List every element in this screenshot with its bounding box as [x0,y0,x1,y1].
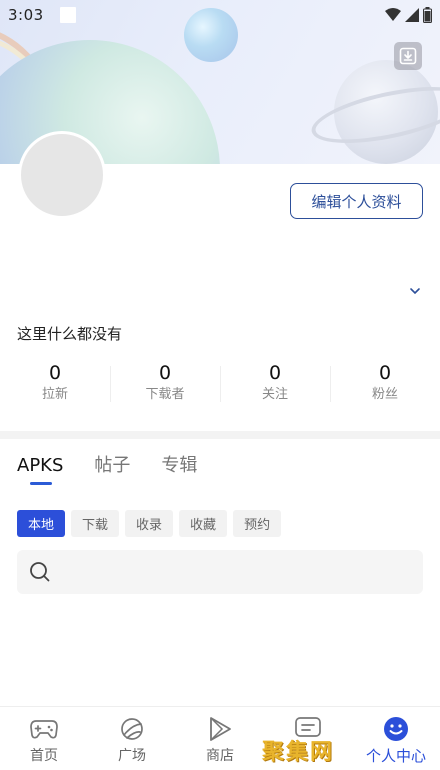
stat-value: 0 [268,362,282,384]
stat-value: 0 [378,362,392,384]
filter-chips: 本地 下载 收录 收藏 预约 [17,510,282,537]
filter-favorites[interactable]: 收藏 [179,510,228,537]
status-time: 3:03 [8,6,44,24]
nav-label: 首页 [30,748,58,764]
stat-label: 粉丝 [371,387,398,402]
filter-downloads[interactable]: 下载 [71,510,120,537]
nav-store[interactable]: 商店 [176,707,264,770]
stat-invites[interactable]: 0 拉新 [0,360,110,410]
stat-value: 0 [158,362,172,384]
wifi-icon [385,8,401,21]
filter-local[interactable]: 本地 [17,510,66,537]
battery-icon [423,7,432,23]
filter-reservations[interactable]: 预约 [233,510,282,537]
empty-bio-text: 这里什么都没有 [17,325,123,343]
search-box[interactable] [17,550,423,594]
nav-plaza[interactable]: 广场 [88,707,176,770]
stat-value: 0 [48,362,62,384]
chevron-down-icon[interactable] [409,286,421,296]
planet-icon [121,718,143,740]
download-manager-button[interactable] [394,42,422,70]
stat-downloaders[interactable]: 0 下载者 [110,360,220,410]
status-bar: 3:03 [0,0,440,30]
bottom-nav: 首页 广场 商店 个人中心 [0,706,440,770]
play-icon [210,717,231,741]
section-divider [0,431,440,439]
tab-posts[interactable]: 帖子 [94,452,130,480]
stat-label: 下载者 [145,387,185,402]
tab-albums[interactable]: 专辑 [161,452,197,480]
stat-followers[interactable]: 0 粉丝 [330,360,440,410]
tab-apks[interactable]: APKS [17,452,63,480]
nav-home[interactable]: 首页 [0,707,88,770]
site-watermark: 聚集网 [262,740,335,765]
nav-label: 个人中心 [365,747,426,765]
active-tab-indicator [30,482,52,485]
nav-profile[interactable]: 个人中心 [352,707,440,770]
stat-label: 关注 [261,387,288,402]
smiley-icon [384,717,408,741]
notification-icon [59,7,76,23]
nav-label: 商店 [206,748,234,764]
search-input[interactable] [59,564,399,580]
stat-label: 拉新 [41,387,68,402]
nav-label: 广场 [118,748,146,764]
search-icon [30,562,50,582]
status-icons [385,7,432,23]
stat-following[interactable]: 0 关注 [220,360,330,410]
stats-row: 0 拉新 0 下载者 0 关注 0 粉丝 [0,360,440,410]
avatar[interactable] [18,131,106,219]
content-tabs: APKS 帖子 专辑 [17,452,197,485]
signal-icon [405,8,419,22]
edit-profile-button[interactable]: 编辑个人资料 [290,183,423,219]
download-icon [399,47,417,65]
filter-included[interactable]: 收录 [125,510,174,537]
gamepad-icon [30,720,58,739]
